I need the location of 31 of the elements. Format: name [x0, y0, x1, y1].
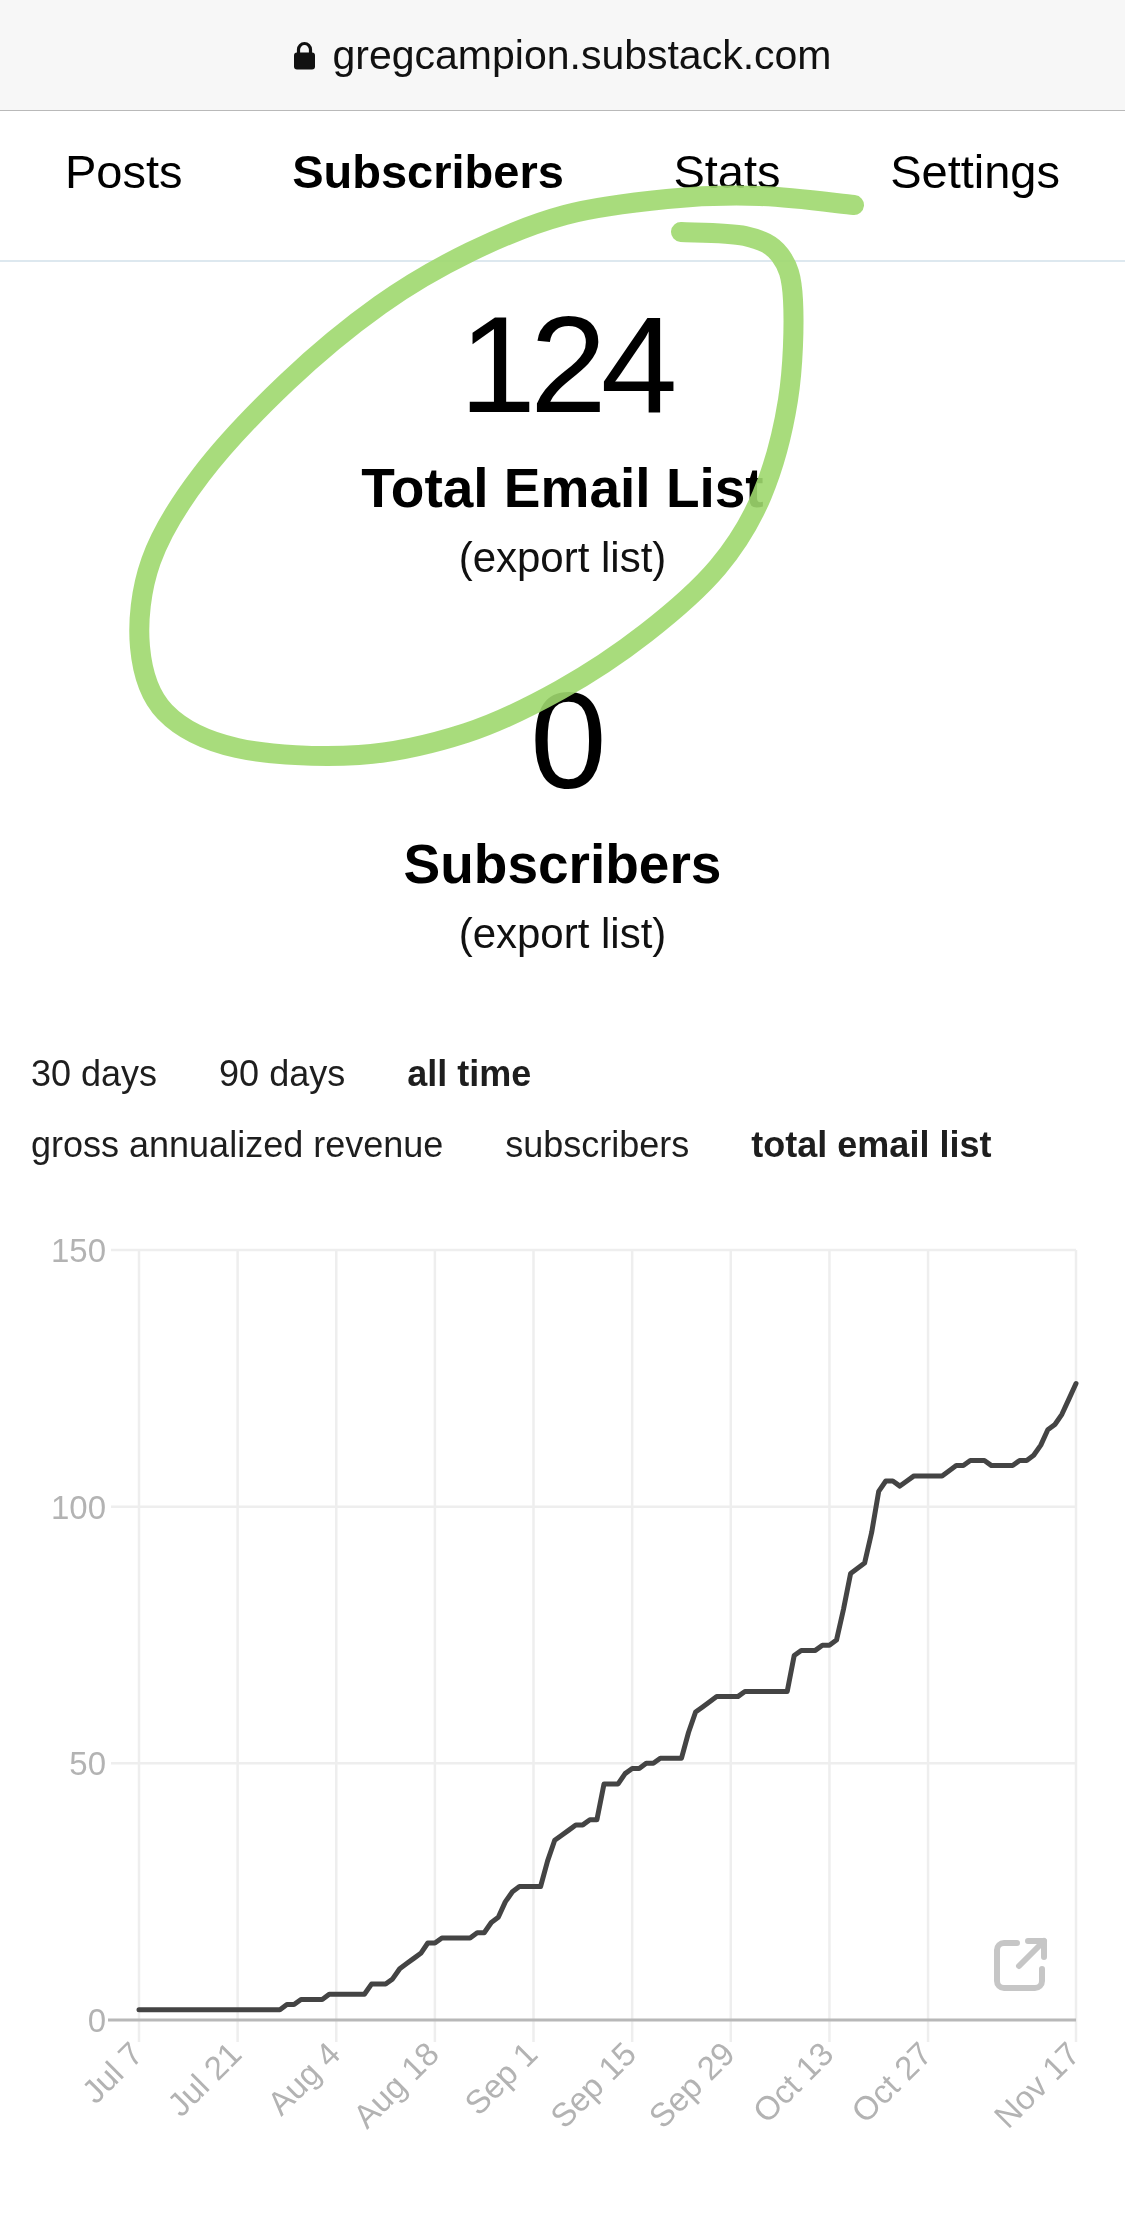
axis-label: Oct 13 — [745, 2034, 841, 2130]
axis-label: Aug 4 — [260, 2034, 348, 2122]
export-link[interactable]: (export list) — [458, 909, 667, 959]
nav-tab[interactable]: Posts — [65, 144, 183, 200]
metric-filter[interactable]: gross annualized revenue — [31, 1120, 444, 1170]
stat-label: Subscribers — [403, 832, 722, 897]
range-filter[interactable]: all time — [407, 1049, 532, 1099]
stat-number: 0 — [529, 670, 601, 810]
range-filter[interactable]: 90 days — [219, 1049, 346, 1099]
axis-label: 150 — [50, 1232, 106, 1269]
axis-label: 100 — [50, 1488, 106, 1526]
axis-label: Sep 15 — [543, 2034, 644, 2135]
nav-tab[interactable]: Stats — [673, 144, 781, 200]
axis-label: 50 — [69, 1745, 106, 1783]
nav-tab[interactable]: Subscribers — [292, 144, 564, 200]
range-filter[interactable]: 30 days — [31, 1049, 158, 1099]
axis-label: Oct 27 — [844, 2034, 940, 2130]
stat-number: 124 — [458, 294, 672, 434]
axis-label: Sep 29 — [641, 2034, 742, 2135]
axis-label: Aug 18 — [345, 2034, 446, 2135]
lock-icon — [293, 40, 317, 70]
export-link[interactable]: (export list) — [458, 533, 667, 583]
axis-label: Sep 1 — [457, 2034, 545, 2122]
metric-filter[interactable]: subscribers — [505, 1120, 690, 1170]
metric-filter[interactable]: total email list — [751, 1120, 992, 1170]
external-link-icon[interactable] — [994, 1938, 1047, 1991]
nav-tab[interactable]: Settings — [890, 144, 1060, 200]
axis-label: Jul 21 — [160, 2034, 249, 2124]
stat-label: Total Email List — [361, 456, 764, 521]
axis-label: Nov 17 — [986, 2034, 1087, 2135]
url-text[interactable]: gregcampion.substack.com — [332, 30, 832, 80]
